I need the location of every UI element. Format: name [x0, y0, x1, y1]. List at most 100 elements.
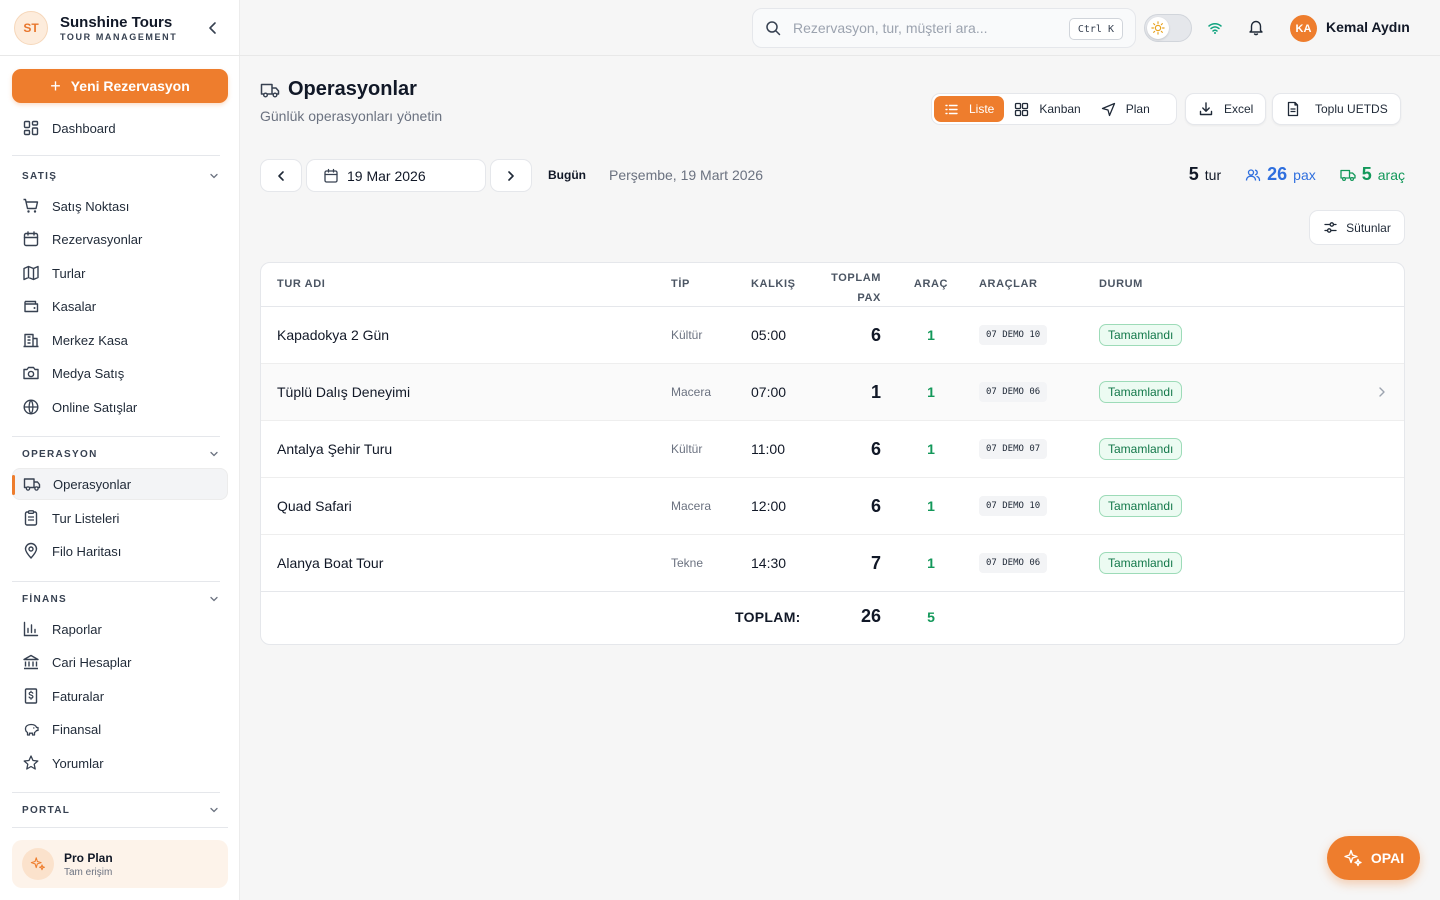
map-icon: [23, 265, 39, 281]
table-row[interactable]: Tüplü Dalış Deneyimi Macera 07:00 1 1 07…: [261, 364, 1404, 421]
section-operasyon[interactable]: OPERASYON: [22, 447, 220, 461]
vehicle-count: 1: [927, 498, 935, 514]
bank-icon: [23, 654, 39, 670]
user-avatar[interactable]: KA: [1290, 15, 1317, 42]
user-name[interactable]: Kemal Aydın: [1326, 19, 1410, 35]
today-button[interactable]: Bugün: [548, 168, 586, 182]
excel-label: Excel: [1224, 102, 1254, 116]
vehicle-count-label: araç: [1377, 167, 1405, 183]
ai-assistant-button[interactable]: OPAI: [1327, 836, 1420, 880]
section-satis[interactable]: SATIŞ: [22, 169, 220, 183]
search-shortcut: Ctrl K: [1068, 18, 1123, 40]
date-picker[interactable]: 19 Mar 2026: [306, 159, 486, 192]
long-date: Perşembe, 19 Mart 2026: [609, 167, 764, 183]
table-row[interactable]: Alanya Boat Tour Tekne 14:30 7 1 07 DEMO…: [261, 535, 1404, 592]
sidebar-item-raporlar[interactable]: Raporlar: [12, 613, 228, 645]
view-plan-button[interactable]: Plan: [1091, 96, 1160, 122]
chevron-right-icon: [508, 170, 514, 181]
section-finans[interactable]: FİNANS: [22, 592, 220, 606]
bulk-uetds-button[interactable]: Toplu UETDS: [1272, 93, 1401, 125]
departure-time: 14:30: [751, 555, 787, 571]
sidebar-item-label: Yorumlar: [52, 755, 104, 771]
columns-label: Sütunlar: [1346, 220, 1391, 235]
header-divider: [0, 55, 1440, 56]
bar-chart-icon: [23, 621, 39, 637]
sidebar-item-label: Rezervasyonlar: [52, 231, 143, 247]
header-vehicle[interactable]: ARAÇ: [911, 278, 951, 290]
header-departure[interactable]: KALKIŞ: [751, 278, 796, 290]
sidebar-item-operasyonlar[interactable]: Operasyonlar: [12, 468, 228, 500]
sidebar-item-label: Filo Haritası: [52, 543, 122, 559]
chevron-down-icon: [210, 451, 218, 457]
view-list-button[interactable]: Liste: [934, 96, 1005, 122]
view-switcher: Liste Kanban Plan: [931, 93, 1177, 125]
chevron-left-icon: [278, 170, 284, 181]
table-row[interactable]: Antalya Şehir Turu Kültür 11:00 6 1 07 D…: [261, 421, 1404, 478]
plate-text: 07 DEMO 07: [979, 439, 1048, 459]
header-total-pax-line2: PAX: [857, 292, 881, 304]
sidebar-item-label: Operasyonlar: [53, 476, 132, 492]
grid-icon: [1015, 102, 1029, 116]
daily-stats: 5 tur 26 pax 5 araç: [1189, 164, 1405, 185]
sidebar-item-cari-hesaplar[interactable]: Cari Hesaplar: [12, 646, 228, 678]
vehicle-count: 5: [1361, 164, 1372, 184]
total-pax: 6: [870, 495, 881, 516]
header-vehicles[interactable]: ARAÇLAR: [979, 278, 1038, 290]
notifications-bell-icon[interactable]: [1247, 18, 1265, 36]
tour-name: Kapadokya 2 Gün: [277, 327, 390, 343]
sidebar-item-label: Medya Satış: [52, 365, 125, 381]
departure-time: 05:00: [751, 327, 787, 343]
columns-button[interactable]: Sütunlar: [1309, 210, 1405, 245]
sidebar-item-turlar[interactable]: Turlar: [12, 257, 228, 289]
total-label: TOPLAM:: [735, 609, 801, 625]
header-type[interactable]: TİP: [671, 278, 690, 290]
sidebar-item-medya-satis[interactable]: Medya Satış: [12, 357, 228, 389]
calendar-icon: [324, 168, 338, 183]
tour-count-stat: 5 tur: [1189, 164, 1221, 185]
brand[interactable]: ST Sunshine Tours TOUR MANAGEMENT: [14, 11, 177, 45]
sidebar-item-label: Finansal: [52, 721, 102, 737]
table-row[interactable]: Quad Safari Macera 12:00 6 1 07 DEMO 10 …: [261, 478, 1404, 535]
sidebar-item-tur-listeleri[interactable]: Tur Listeleri: [12, 502, 228, 534]
view-kanban-button[interactable]: Kanban: [1004, 96, 1090, 122]
header-total-pax[interactable]: TOPLAM PAX: [831, 268, 881, 308]
tour-type: Tekne: [671, 556, 704, 570]
total-pax: 6: [870, 438, 881, 459]
global-search[interactable]: Ctrl K: [752, 8, 1136, 48]
navigation-icon: [1101, 102, 1115, 116]
ai-assistant-label: OPAI: [1370, 850, 1405, 866]
sidebar-item-kasalar[interactable]: Kasalar: [12, 290, 228, 322]
uetds-label: Toplu UETDS: [1315, 102, 1388, 116]
header-status[interactable]: DURUM: [1099, 278, 1143, 290]
next-day-button[interactable]: [490, 159, 532, 192]
users-icon: [1245, 168, 1261, 181]
section-portal[interactable]: PORTAL: [22, 803, 220, 817]
status-text: Tamamlandı: [1099, 381, 1183, 403]
sidebar-item-label: Raporlar: [52, 621, 102, 637]
sidebar-item-online-satislar[interactable]: Online Satışlar: [12, 391, 228, 423]
sidebar-item-dashboard[interactable]: Dashboard: [12, 112, 228, 144]
departure-time: 07:00: [751, 384, 787, 400]
sidebar-item-satis-noktasi[interactable]: Satış Noktası: [12, 190, 228, 222]
sidebar-item-rezervasyonlar[interactable]: Rezervasyonlar: [12, 223, 228, 255]
table-row[interactable]: Kapadokya 2 Gün Kültür 05:00 6 1 07 DEMO…: [261, 307, 1404, 364]
sidebar-item-merkez-kasa[interactable]: Merkez Kasa: [12, 324, 228, 356]
excel-export-button[interactable]: Excel: [1185, 93, 1267, 125]
header-tour-name[interactable]: TUR ADI: [277, 278, 325, 290]
sidebar-item-label: Kasalar: [52, 298, 97, 314]
search-input[interactable]: [793, 20, 1053, 36]
brand-subtitle: TOUR MANAGEMENT: [60, 31, 178, 42]
sun-icon: [1147, 17, 1169, 39]
sidebar-item-finansal[interactable]: Finansal: [12, 713, 228, 745]
sidebar-item-filo-haritasi[interactable]: Filo Haritası: [12, 535, 228, 567]
plan-card[interactable]: Pro Plan Tam erişim: [12, 840, 228, 888]
new-reservation-button[interactable]: + Yeni Rezervasyon: [12, 69, 228, 103]
chevron-right-icon[interactable]: [1375, 385, 1389, 399]
theme-toggle[interactable]: [1144, 14, 1192, 42]
previous-day-button[interactable]: [260, 159, 302, 192]
sidebar-item-yorumlar[interactable]: Yorumlar: [12, 747, 228, 779]
plate-text: 07 DEMO 10: [979, 325, 1048, 345]
plan-title: Pro Plan: [64, 850, 113, 865]
collapse-sidebar-icon[interactable]: [205, 20, 221, 36]
sidebar-item-faturalar[interactable]: Faturalar: [12, 680, 228, 712]
